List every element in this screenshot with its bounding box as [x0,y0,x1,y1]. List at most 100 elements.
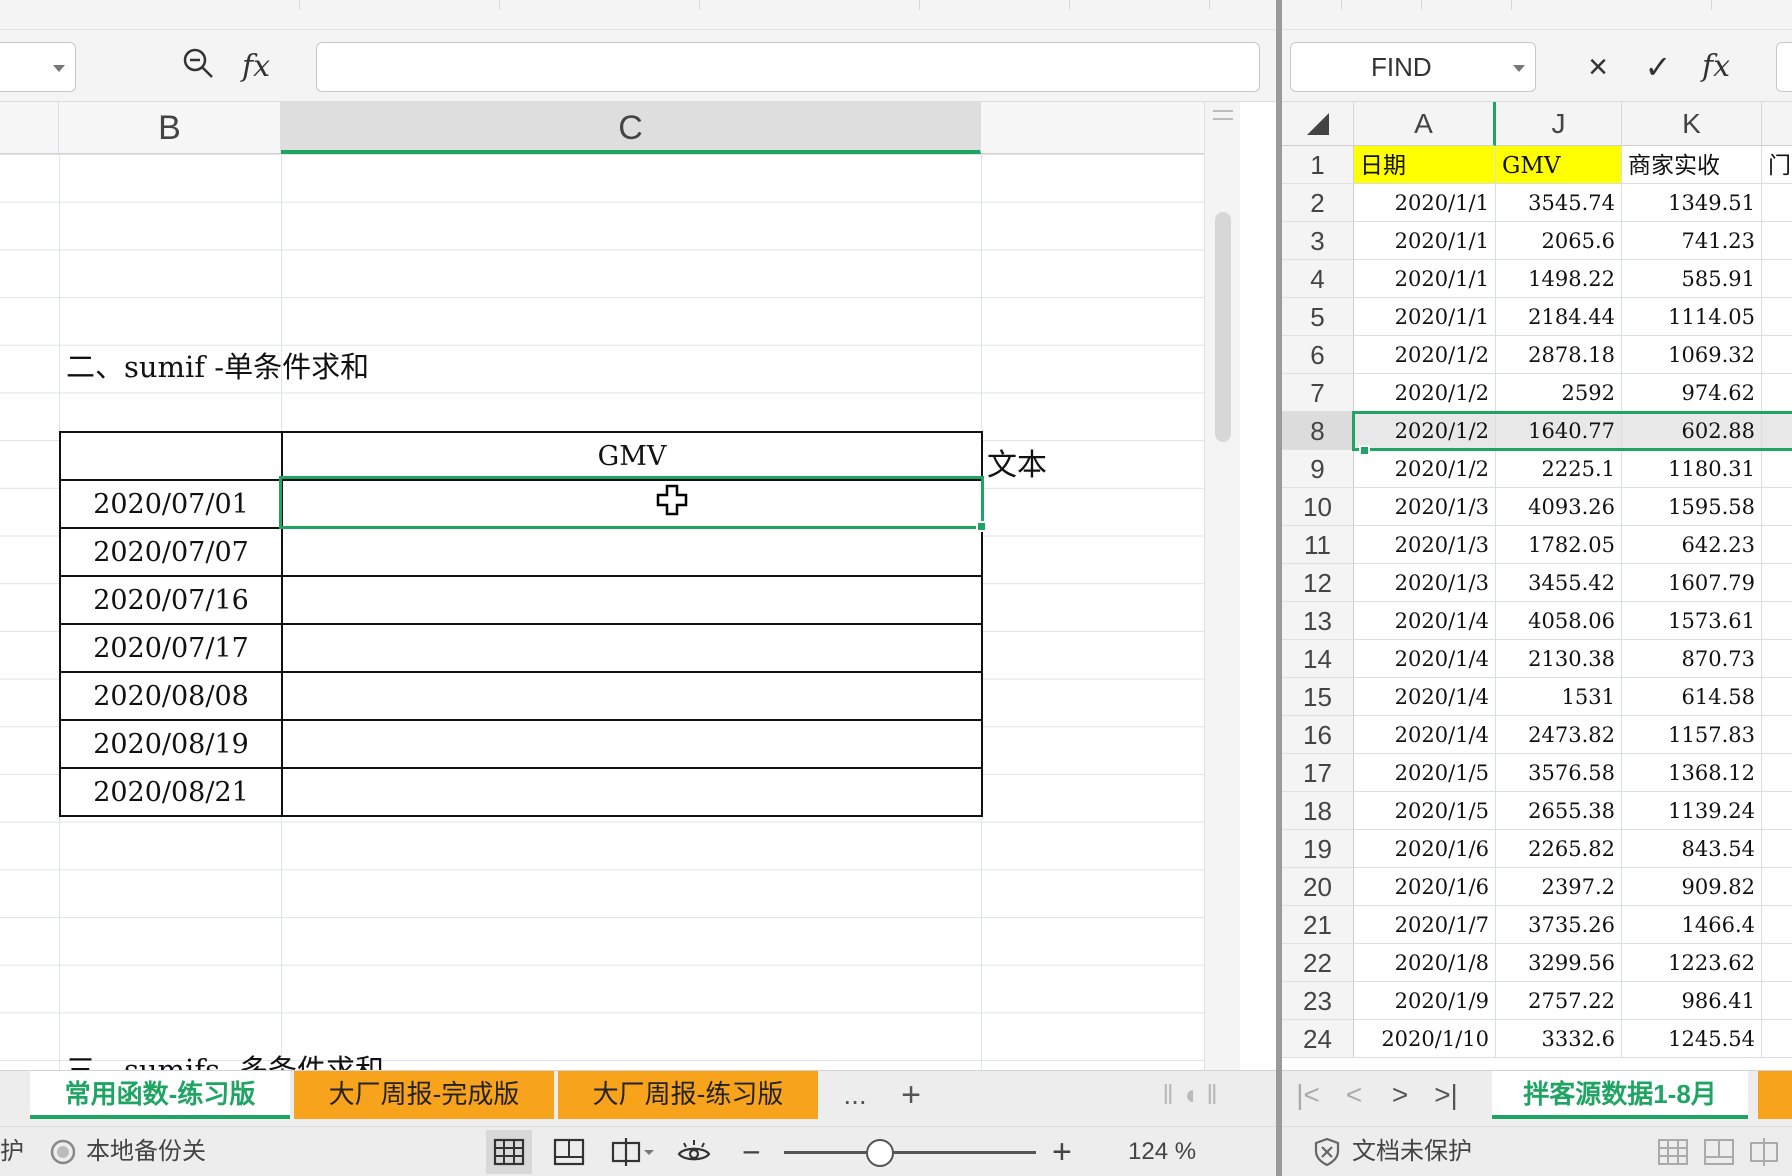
next-column-cell[interactable] [1762,184,1792,222]
function-icon[interactable]: fx [234,46,278,88]
gmv-cell[interactable]: 2878.18 [1496,336,1622,374]
sheet-tab-source-data[interactable]: 拌客源数据1-8月 [1492,1071,1748,1119]
column-header-a[interactable]: A [1354,102,1496,146]
income-cell[interactable]: 1157.83 [1622,716,1762,754]
gmv-cell[interactable]: 2473.82 [1496,716,1622,754]
income-cell[interactable]: 843.54 [1622,830,1762,868]
income-cell[interactable]: 1180.31 [1622,450,1762,488]
zoom-out-button[interactable]: − [742,1127,761,1176]
date-cell[interactable]: 2020/07/17 [59,623,283,673]
next-column-cell[interactable] [1762,298,1792,336]
income-cell[interactable]: 585.91 [1622,260,1762,298]
income-cell[interactable]: 1069.32 [1622,336,1762,374]
income-cell[interactable]: 1114.05 [1622,298,1762,336]
date-cell[interactable]: 2020/1/6 [1354,868,1496,906]
date-cell[interactable]: 2020/1/2 [1354,450,1496,488]
header-cell-next[interactable]: 门 [1762,146,1792,184]
side-note[interactable]: 文本 [987,440,1047,484]
column-header-j[interactable]: J [1496,102,1622,146]
gmv-cell[interactable] [281,575,983,625]
income-cell[interactable]: 909.82 [1622,868,1762,906]
sheet-tab-report-practice[interactable]: 大厂周报-练习版 [558,1071,818,1119]
income-cell[interactable]: 870.73 [1622,640,1762,678]
gmv-cell[interactable]: 2655.38 [1496,792,1622,830]
income-cell[interactable]: 741.23 [1622,222,1762,260]
income-cell[interactable]: 614.58 [1622,678,1762,716]
row-header[interactable]: 5 [1282,298,1354,336]
date-cell[interactable]: 2020/1/3 [1354,564,1496,602]
normal-view-button[interactable] [486,1130,532,1174]
grid-view-icon[interactable] [1656,1137,1690,1167]
next-column-cell[interactable] [1762,678,1792,716]
section-title[interactable]: 二、sumif -单条件求和 [66,344,369,386]
income-cell[interactable]: 1139.24 [1622,792,1762,830]
next-column-cell[interactable] [1762,944,1792,982]
gmv-cell[interactable]: 3455.42 [1496,564,1622,602]
date-cell[interactable]: 2020/1/8 [1354,944,1496,982]
row-header[interactable]: 23 [1282,982,1354,1020]
sheet-tab-next[interactable] [1758,1071,1792,1119]
first-sheet-button[interactable]: |< [1286,1075,1330,1115]
date-cell[interactable]: 2020/1/9 [1354,982,1496,1020]
row-header[interactable]: 24 [1282,1020,1354,1058]
gmv-cell[interactable]: 2265.82 [1496,830,1622,868]
tab-scroll-handle[interactable]: ‖ ◖ ‖ [1150,1075,1230,1115]
confirm-icon[interactable]: ✓ [1636,46,1680,88]
next-column-cell[interactable] [1762,754,1792,792]
gmv-cell[interactable] [281,767,983,817]
date-cell[interactable]: 2020/1/2 [1354,336,1496,374]
gmv-cell[interactable] [281,719,983,769]
gmv-cell[interactable]: 4093.26 [1496,488,1622,526]
row-selection[interactable] [1352,411,1792,456]
formula-input[interactable] [316,42,1260,92]
next-sheet-button[interactable]: > [1378,1075,1422,1115]
next-column-cell[interactable] [1762,1020,1792,1058]
row-header[interactable]: 14 [1282,640,1354,678]
zoom-in-button[interactable]: + [1052,1127,1072,1176]
row-header[interactable]: 10 [1282,488,1354,526]
chevron-down-icon[interactable] [1513,65,1525,72]
zoom-search-icon[interactable] [176,46,220,88]
prev-sheet-button[interactable]: < [1332,1075,1376,1115]
row-header[interactable]: 7 [1282,374,1354,412]
zoom-slider-knob[interactable] [865,1139,894,1167]
gmv-cell[interactable] [281,527,983,577]
next-column-cell[interactable] [1762,260,1792,298]
income-cell[interactable]: 642.23 [1622,526,1762,564]
income-cell[interactable]: 986.41 [1622,982,1762,1020]
next-column-cell[interactable] [1762,564,1792,602]
gmv-cell[interactable]: 2184.44 [1496,298,1622,336]
vertical-scrollbar[interactable] [1204,102,1240,1070]
next-column-cell[interactable] [1762,374,1792,412]
selected-cell[interactable] [279,476,984,529]
gmv-cell[interactable]: 4058.06 [1496,602,1622,640]
date-cell[interactable]: 2020/1/1 [1354,298,1496,336]
next-column-cell[interactable] [1762,868,1792,906]
date-cell[interactable]: 2020/1/4 [1354,678,1496,716]
income-cell[interactable]: 1466.4 [1622,906,1762,944]
date-cell[interactable]: 2020/1/4 [1354,716,1496,754]
chevron-down-icon[interactable] [53,65,65,72]
date-cell[interactable]: 2020/08/19 [59,719,283,769]
sheet-tab-practice[interactable]: 常用函数-练习版 [30,1071,290,1119]
table-header-gmv[interactable]: GMV [281,431,983,481]
page-layout-icon[interactable] [1702,1137,1736,1167]
fill-handle[interactable] [976,521,987,532]
page-layout-icon[interactable] [552,1137,586,1167]
next-column-cell[interactable] [1762,906,1792,944]
scrollbar-thumb[interactable] [1215,212,1231,442]
gmv-cell[interactable]: 2757.22 [1496,982,1622,1020]
income-cell[interactable]: 1368.12 [1622,754,1762,792]
gmv-cell[interactable] [281,623,983,673]
row-header[interactable]: 2 [1282,184,1354,222]
row-header[interactable]: 12 [1282,564,1354,602]
row-header[interactable]: 20 [1282,868,1354,906]
date-cell[interactable]: 2020/1/1 [1354,184,1496,222]
next-column-cell[interactable] [1762,526,1792,564]
last-sheet-button[interactable]: >| [1424,1075,1468,1115]
income-cell[interactable]: 1595.58 [1622,488,1762,526]
row-header[interactable]: 3 [1282,222,1354,260]
gmv-cell[interactable]: 3332.6 [1496,1020,1622,1058]
next-section-title[interactable]: 三、sumifs -多条件求和 [66,1052,384,1070]
backup-icon[interactable] [48,1137,78,1167]
